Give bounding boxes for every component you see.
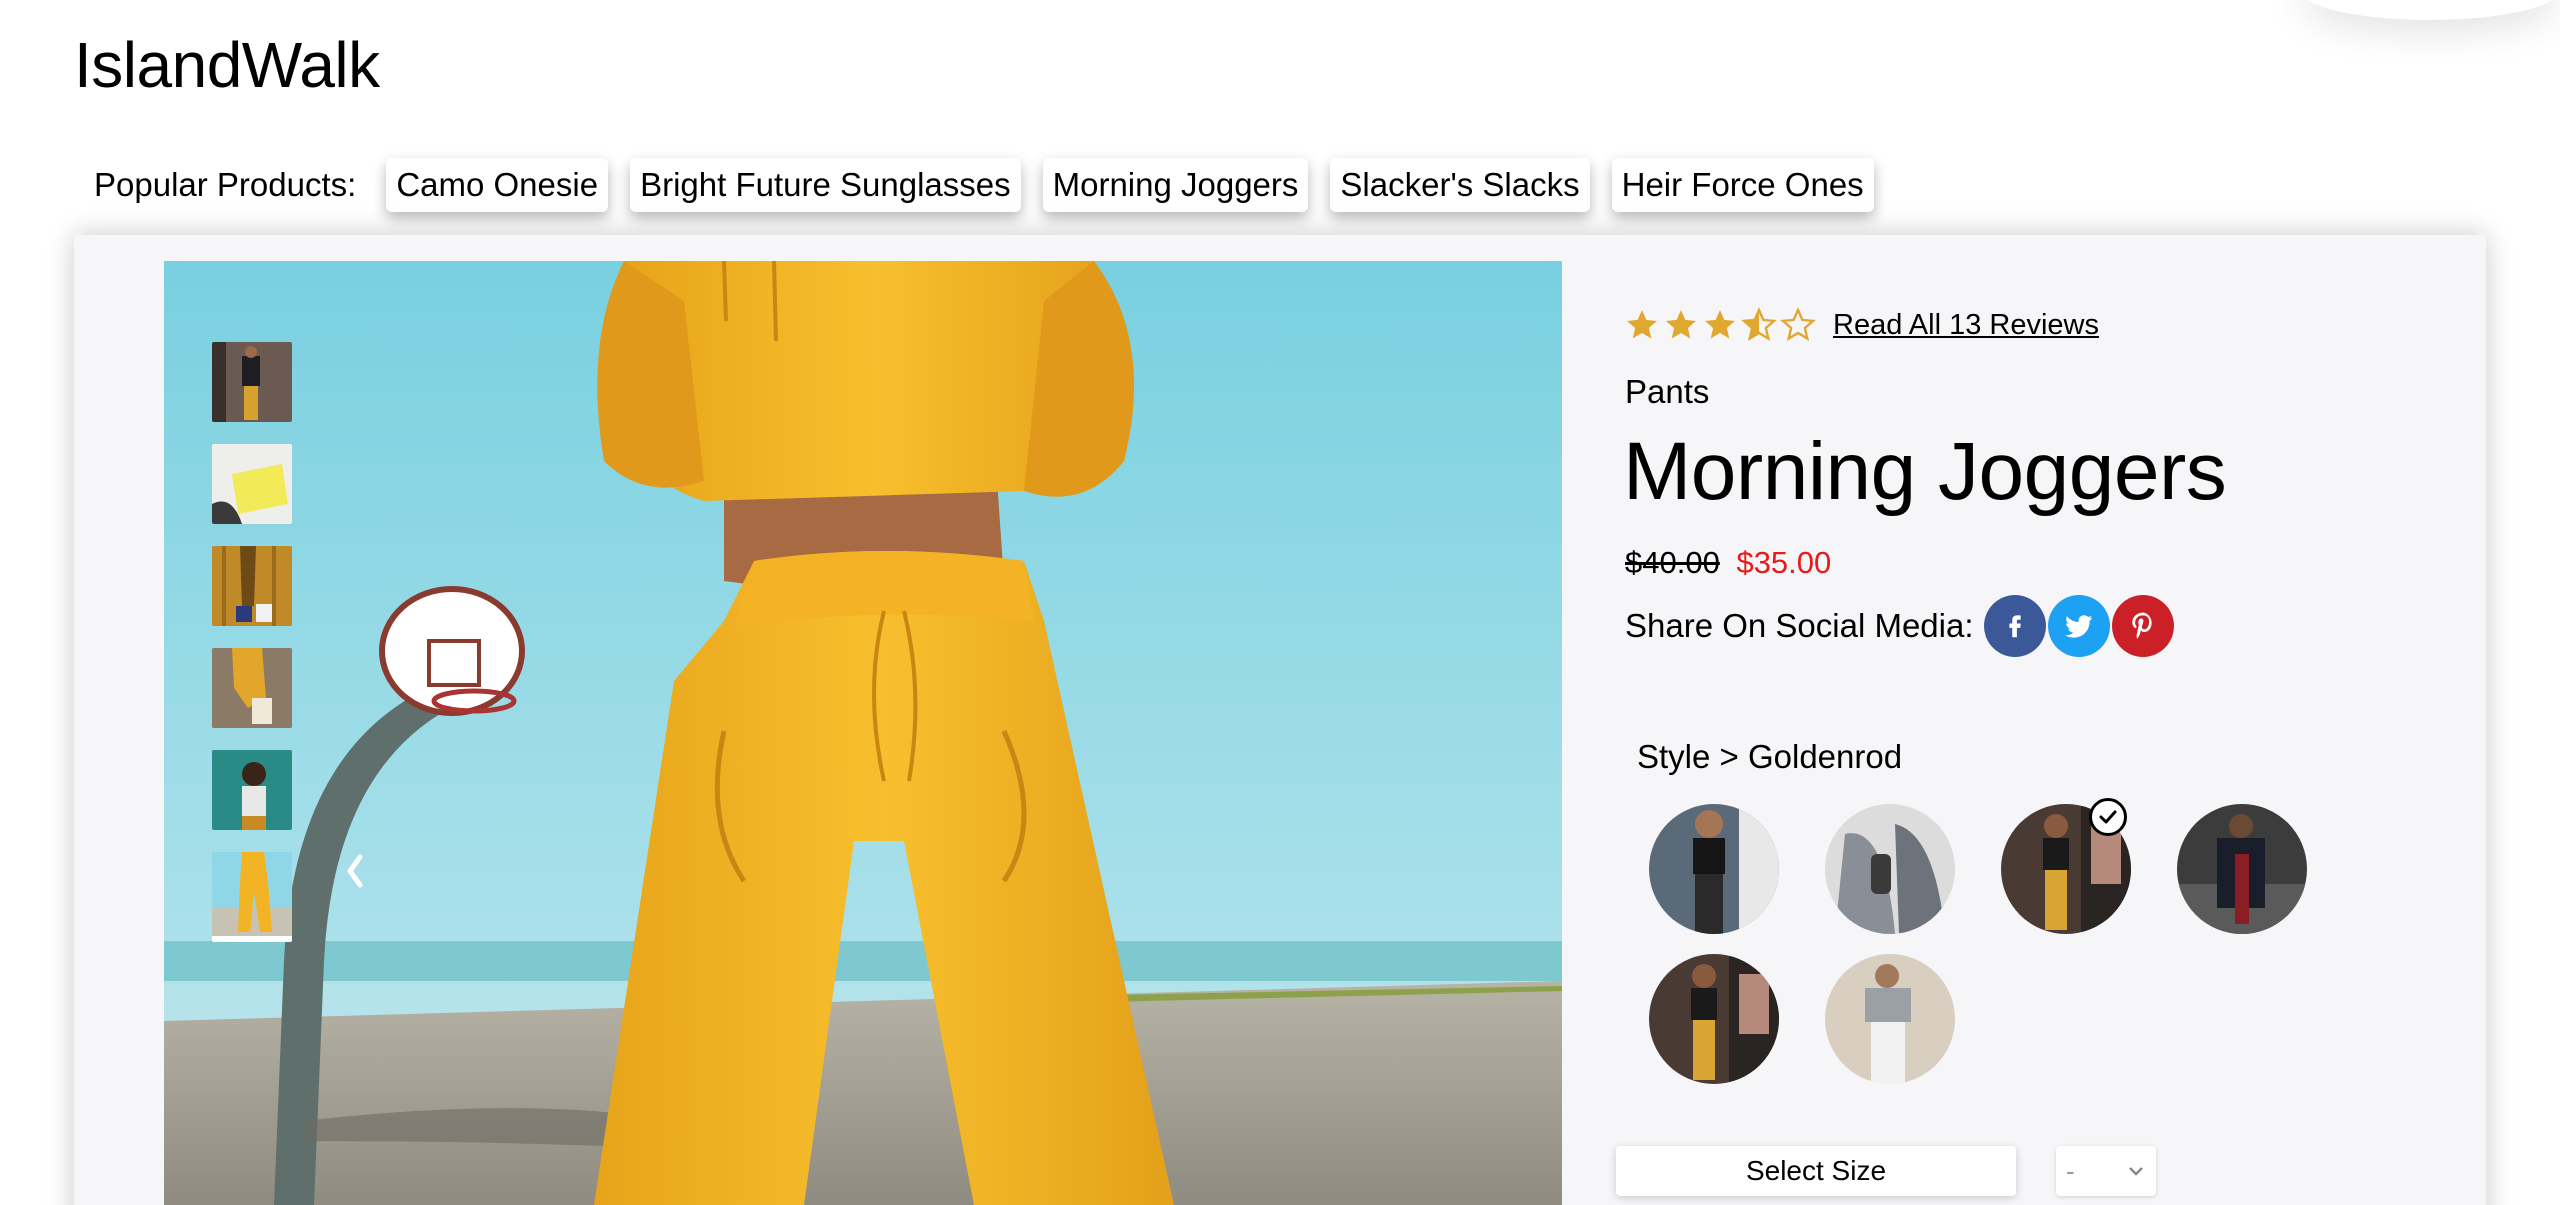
star-half-icon [1741,307,1777,341]
quantity-value: - [2066,1155,2075,1186]
site-logo[interactable]: IslandWalk [74,28,380,102]
share-label: Share On Social Media: [1625,607,1974,644]
popular-product-camo-onesie[interactable]: Camo Onesie [386,158,609,212]
read-all-reviews-link[interactable]: Read All 13 Reviews [1833,309,2099,342]
quantity-select[interactable]: - [2056,1146,2156,1196]
selected-checkmark-icon [2089,798,2127,836]
style-swatch-2[interactable] [1825,804,1955,934]
page: IslandWalk Popular Products: Camo Onesie… [0,0,2560,1205]
facebook-icon[interactable] [1983,595,2046,657]
thumbnail-6-active[interactable] [212,852,292,942]
twitter-icon[interactable] [2047,595,2110,657]
rating-row: Read All 13 Reviews [1624,300,2424,350]
star-rating [1624,307,1819,343]
star-full-icon [1705,310,1735,339]
popular-products-label: Popular Products: [94,166,357,203]
popular-product-heir-force-ones[interactable]: Heir Force Ones [1611,158,1874,212]
pinterest-icon[interactable] [2111,595,2174,657]
product-image-gallery[interactable] [164,261,1562,1205]
product-info-header: Read All 13 Reviews [1624,300,2424,350]
thumbnail-1[interactable] [212,342,292,422]
style-swatch-6[interactable] [1825,954,1955,1084]
previous-image-arrow-icon[interactable] [336,841,376,901]
original-price: $40.00 [1625,545,1720,580]
star-empty-icon [1780,307,1816,341]
style-swatch-5[interactable] [1649,954,1779,1084]
popular-product-slackers-slacks[interactable]: Slacker's Slacks [1330,158,1590,212]
popular-product-morning-joggers[interactable]: Morning Joggers [1042,158,1309,212]
style-label: Style > Goldenrod [1637,738,1903,775]
main-product-image [164,261,1562,1205]
style-swatch-4[interactable] [2177,804,2307,934]
chevron-down-icon [2129,1167,2143,1176]
sale-price: $35.00 [1736,545,1832,580]
popular-product-bright-future-sunglasses[interactable]: Bright Future Sunglasses [630,158,1021,212]
product-title: Morning Joggers [1623,426,2227,517]
star-full-icon [1666,310,1696,339]
corner-shadow-element [2300,0,2560,20]
product-category: Pants [1625,373,1710,410]
thumbnail-4[interactable] [212,648,292,728]
share-row: Share On Social Media: [1625,595,2176,657]
popular-products-bar: Popular Products: Camo Onesie Bright Fut… [94,158,1896,212]
style-swatch-1[interactable] [1649,804,1779,934]
thumbnail-list [212,342,292,964]
star-full-icon [1627,310,1657,339]
thumbnail-3[interactable] [212,546,292,626]
thumbnail-2[interactable] [212,444,292,524]
thumbnail-5[interactable] [212,750,292,830]
price-row: $40.00 $35.00 [1625,545,1831,581]
size-select[interactable]: Select Size [1616,1146,2016,1196]
